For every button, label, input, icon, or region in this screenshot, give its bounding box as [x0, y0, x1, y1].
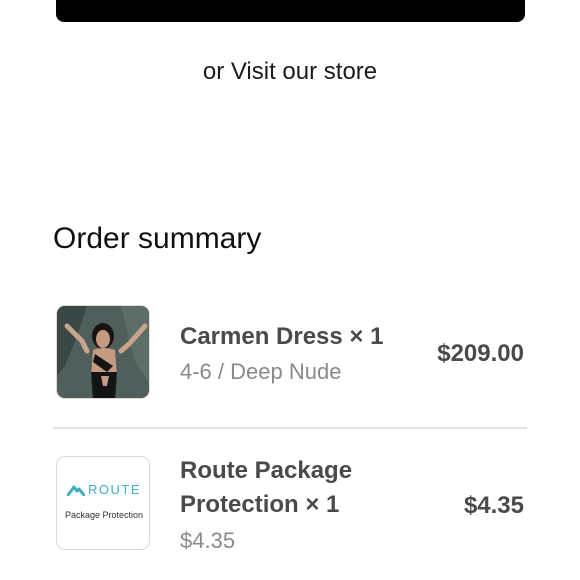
route-logo-text: ROUTE [88, 482, 141, 497]
visit-store-link[interactable]: or Visit our store [0, 58, 580, 86]
item-name-line2: Protection × 1 [180, 491, 340, 518]
item-price: $209.00 [437, 340, 524, 367]
route-logo-thumbnail: ROUTE Package Protection [56, 456, 150, 550]
order-summary-title: Order summary [53, 222, 262, 255]
item-price: $4.35 [463, 492, 524, 519]
product-photo [57, 306, 149, 398]
product-thumbnail [56, 305, 150, 399]
express-checkout-button[interactable] [56, 0, 525, 22]
route-logo: ROUTE [57, 482, 149, 497]
divider [53, 427, 527, 429]
route-logo-subtext: Package Protection [64, 510, 144, 520]
route-mountain-icon [66, 485, 86, 497]
item-name-line1: Route Package [180, 457, 353, 484]
item-variant: 4-6 / Deep Nude [180, 359, 342, 384]
item-unit-price: $4.35 [180, 528, 236, 553]
item-name: Carmen Dress × 1 [180, 323, 384, 350]
